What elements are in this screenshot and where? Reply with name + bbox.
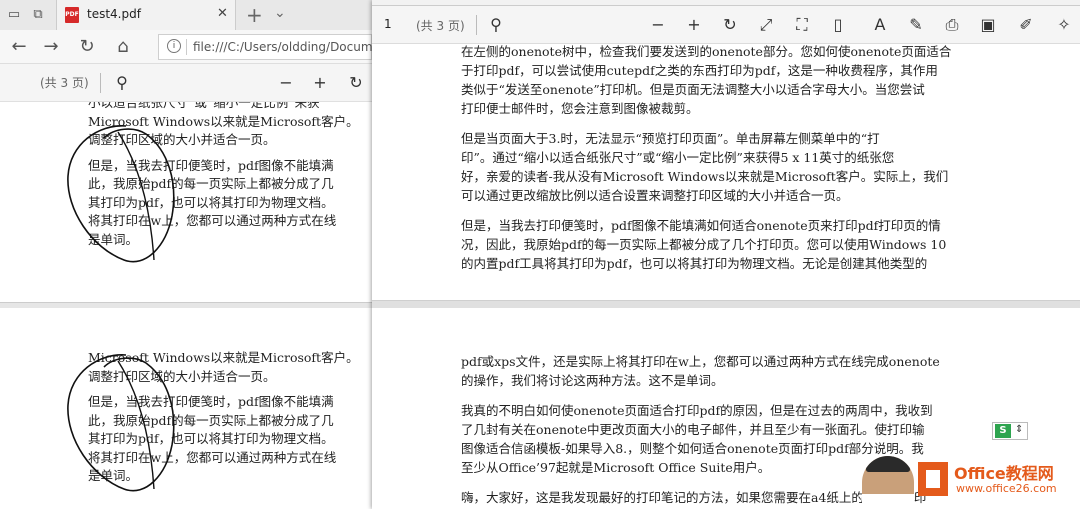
back-arrow-icon[interactable]: ← [8,36,30,58]
search-icon[interactable]: ⚲ [486,15,506,35]
toolbar-separator [100,73,101,93]
zoom-in-icon[interactable]: + [310,73,330,93]
left-page2-para1: Microsoft Windows以来就是Microsoft客户。 调整打印区域… [88,350,359,384]
pdf-file-icon: PDF [65,7,79,23]
read-aloud-icon[interactable]: A [870,15,890,35]
left-page1-para1: 小以适合纸张尺寸”或“缩小一定比例”来获 Microsoft Windows以来… [88,102,359,147]
floating-input-widget[interactable]: S ⇕ [992,422,1028,440]
left-page1-text: 小以适合纸张尺寸”或“缩小一定比例”来获 Microsoft Windows以来… [88,102,372,256]
watermark-title: Office教程网 [954,464,1054,483]
right-page1-para3: 但是，当我去打印便笺时，pdf图像不能填满如何适合onenote页来打印pdf打… [461,218,947,271]
right-page1-para1: 在左侧的onenote树中，检查我们要发送到的onenote部分。您如何使one… [461,44,952,116]
tab-title: test4.pdf [87,7,141,21]
save-as-icon[interactable]: ✐ [1016,15,1036,35]
info-icon[interactable]: i [167,39,181,53]
right-pdf-viewer-window: 1 (共 3 页) ⚲ − + ↻ ⤢ ⛶ ▯ A ✎ ⎙ ▣ ✐ ✧ 在左侧的… [372,0,1080,509]
zoom-out-icon[interactable]: − [276,73,296,93]
fullscreen-icon[interactable]: ⛶ [792,15,812,35]
toolbar-separator [476,15,477,35]
page-number-input[interactable]: 1 [384,17,392,31]
url-separator [186,39,187,55]
page-count: (共 3 页) [416,19,465,33]
forward-arrow-icon[interactable]: → [40,36,62,58]
url-text: file:///C:/Users/oldding/Documents [193,40,372,54]
right-page1-text: 在左侧的onenote树中，检查我们要发送到的onenote部分。您如何使one… [461,44,1001,284]
set-aside-tabs-icon[interactable]: ⧉ [30,7,46,23]
widget-arrow-icon: ⇕ [1015,424,1024,435]
left-pdf-page-2: Microsoft Windows以来就是Microsoft客户。 调整打印区域… [0,309,372,509]
left-page2-text: Microsoft Windows以来就是Microsoft客户。 调整打印区域… [88,349,372,493]
address-bar-row: ← → ↻ ⌂ i file:///C:/Users/oldding/Docum… [0,30,372,64]
tab-test4-pdf[interactable]: PDF test4.pdf ✕ [56,0,236,30]
tab-preview-icon[interactable]: ▭ [6,7,22,23]
rotate-icon[interactable]: ↻ [720,15,740,35]
right-page2-para1: pdf或xps文件，还是实际上将其打印在w上，您都可以通过两种方式在线完成one… [461,354,940,388]
left-browser-window: ▭ ⧉ PDF test4.pdf ✕ + ⌄ ← → ↻ ⌂ i file:/… [0,0,372,509]
office-logo-icon [918,462,948,496]
desktop: ▭ ⧉ PDF test4.pdf ✕ + ⌄ ← → ↻ ⌂ i file:/… [0,0,1080,509]
address-input[interactable]: i file:///C:/Users/oldding/Documents [158,34,372,60]
search-icon[interactable]: ⚲ [112,73,132,93]
tab-list-chevron-icon[interactable]: ⌄ [274,5,286,21]
new-tab-icon[interactable]: + [246,3,263,27]
save-icon[interactable]: ▣ [978,15,998,35]
draw-pen-icon[interactable]: ✎ [906,15,926,35]
right-page1-para2: 但是当页面大于3.时，无法显示“预览打印页面”。单击屏幕左侧菜单中的“打 印”。… [461,131,949,203]
fit-page-icon[interactable]: ⤢ [756,15,776,35]
page-gap [0,302,372,308]
left-pdf-toolbar: (共 3 页) ⚲ − + ↻ [0,64,372,102]
right-pdf-page-2: pdf或xps文件，还是实际上将其打印在w上，您都可以通过两种方式在线完成one… [372,308,1080,509]
avatar [862,456,914,509]
left-page2-para2: 但是，当我去打印便笺时，pdf图像不能填满 此，我原始pdf的每一页实际上都被分… [88,394,337,483]
page-gap [372,300,1080,308]
page-view-icon[interactable]: ▯ [828,15,848,35]
left-pdf-page-1: 小以适合纸张尺寸”或“缩小一定比例”来获 Microsoft Windows以来… [0,102,372,302]
rotate-icon[interactable]: ↻ [346,73,366,93]
pdf-toolbar: 1 (共 3 页) ⚲ − + ↻ ⤢ ⛶ ▯ A ✎ ⎙ ▣ ✐ ✧ [372,6,1080,44]
zoom-out-icon[interactable]: − [648,15,668,35]
zoom-in-icon[interactable]: + [684,15,704,35]
page-count: (共 3 页) [40,76,89,90]
watermark-url: www.office26.com [956,482,1057,495]
left-page1-para2: 但是，当我去打印便笺时，pdf图像不能填满 此，我原始pdf的每一页实际上都被分… [88,157,337,247]
right-pdf-page-1: 在左侧的onenote树中，检查我们要发送到的onenote部分。您如何使one… [372,44,1080,300]
print-icon[interactable]: ⎙ [942,15,962,35]
refresh-icon[interactable]: ↻ [76,36,98,58]
pin-icon[interactable]: ✧ [1054,15,1074,35]
tab-strip: ▭ ⧉ PDF test4.pdf ✕ + ⌄ [0,0,372,30]
close-tab-icon[interactable]: ✕ [217,6,228,21]
home-icon[interactable]: ⌂ [112,36,134,58]
sogou-s-icon: S [995,424,1011,438]
